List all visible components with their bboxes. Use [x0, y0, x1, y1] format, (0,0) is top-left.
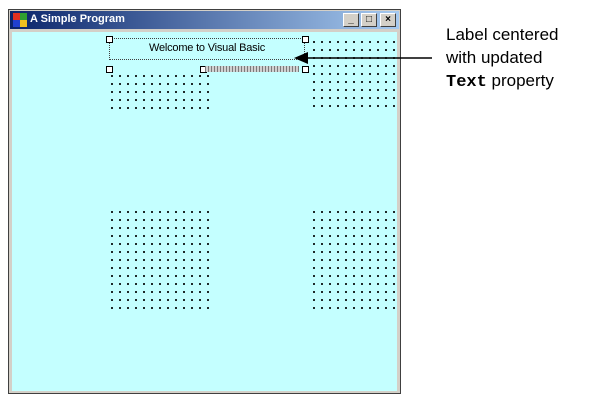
- callout-line-3-rest: property: [486, 71, 554, 90]
- callout-line-1: Label centered: [446, 25, 559, 44]
- callout-line-2: with updated: [446, 48, 543, 67]
- callout-annotation: Label centered with updated Text propert…: [446, 23, 558, 94]
- callout-line-3: Text property: [446, 69, 558, 94]
- callout-code-word: Text: [446, 73, 487, 92]
